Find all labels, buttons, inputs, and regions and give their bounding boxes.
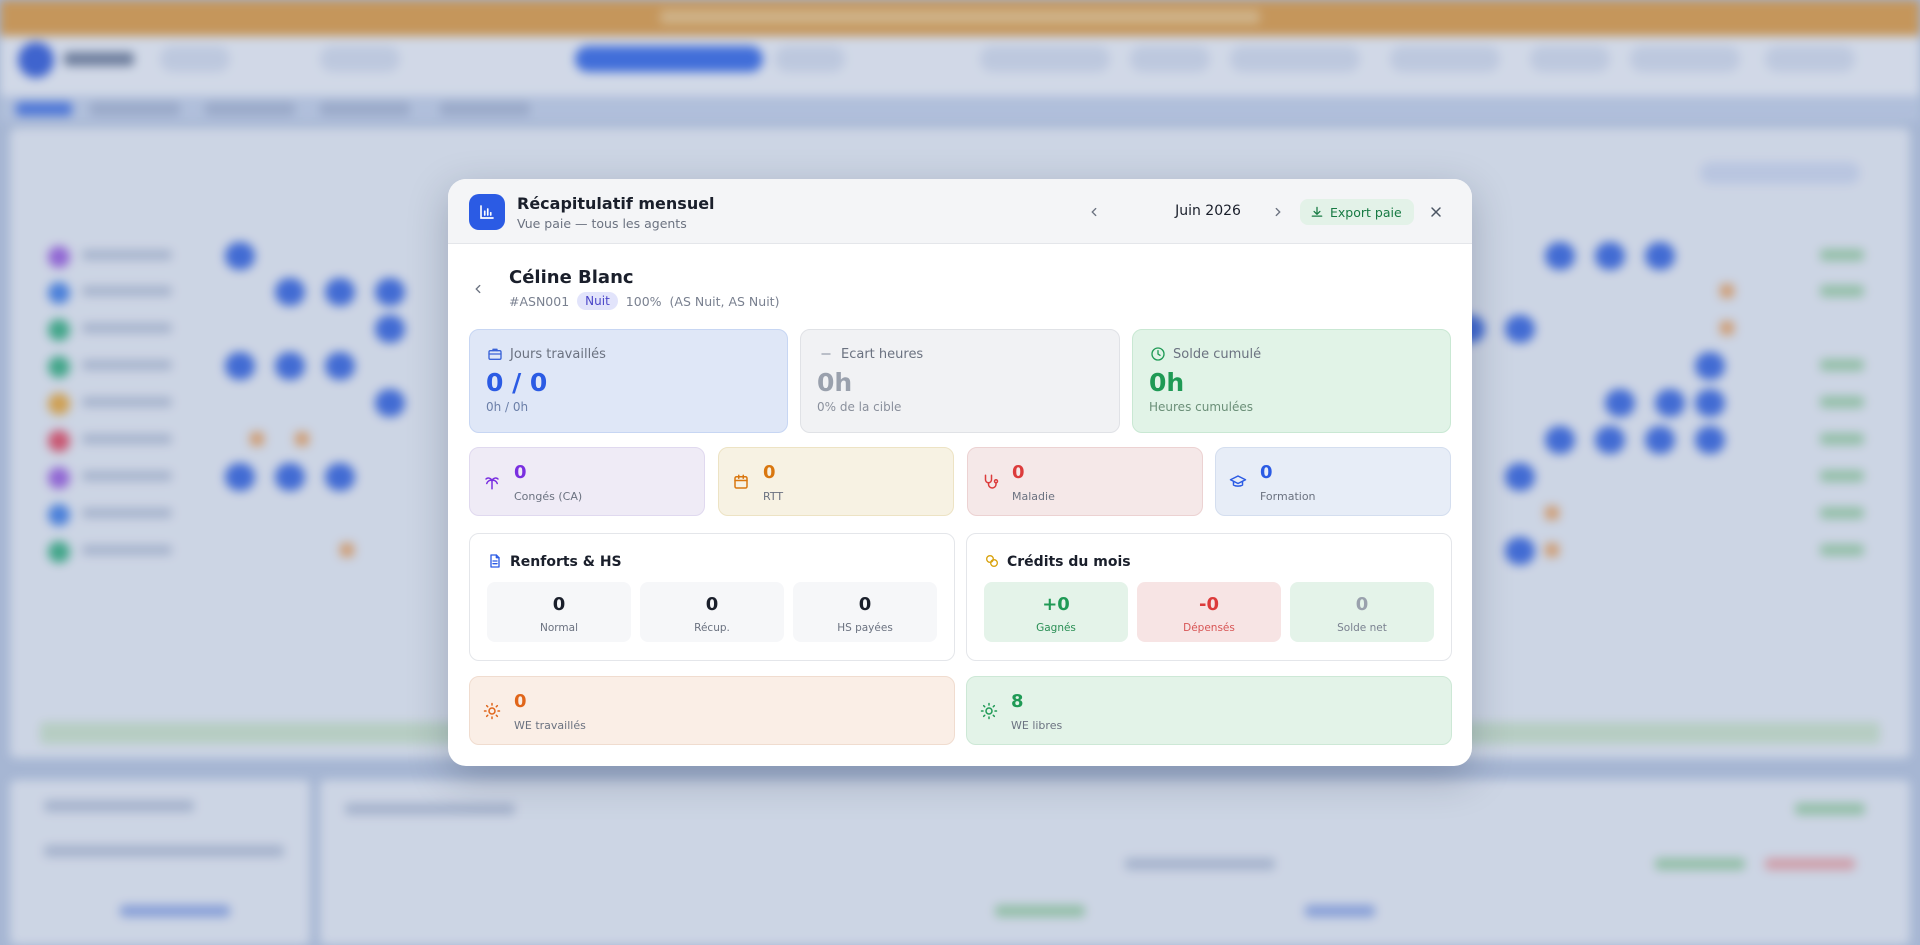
current-month: Juin 2026 — [1175, 203, 1241, 219]
calendar-icon — [731, 472, 751, 492]
cumulative-balance-label: Solde cumulé — [1173, 347, 1262, 362]
sick-leave-card: 0 Maladie — [967, 447, 1203, 516]
next-month-button[interactable] — [1266, 200, 1290, 224]
recup-tile: 0 Récup. — [640, 582, 784, 642]
document-icon — [486, 552, 504, 570]
reinforcements-panel: Renforts & HS 0 Normal 0 Récup. 0 HS pay… — [469, 533, 955, 661]
spent-label: Dépensés — [1183, 622, 1235, 634]
worked-days-value: 0 / 0 — [486, 368, 548, 397]
export-payroll-button[interactable]: Export paie — [1300, 199, 1414, 225]
weekends-free-label: WE libres — [1011, 719, 1063, 732]
download-icon — [1311, 206, 1323, 217]
sick-leave-label: Maladie — [1012, 490, 1055, 503]
cumulative-balance-card: Solde cumulé 0h Heures cumulées — [1132, 329, 1451, 433]
chevron-left-icon — [1091, 207, 1097, 217]
training-label: Formation — [1260, 490, 1316, 503]
close-button[interactable] — [1423, 199, 1449, 225]
training-card: 0 Formation — [1215, 447, 1451, 516]
previous-month-button[interactable] — [1082, 200, 1106, 224]
hours-gap-label: Ecart heures — [841, 347, 924, 362]
net-balance-label: Solde net — [1337, 622, 1387, 634]
weekends-worked-label: WE travaillés — [514, 719, 586, 732]
monthly-credits-title: Crédits du mois — [1007, 554, 1131, 570]
normal-value: 0 — [552, 594, 566, 615]
hours-gap-sub: 0% de la cible — [817, 400, 902, 414]
earned-label: Gagnés — [1036, 622, 1076, 634]
earned-tile: +0 Gagnés — [984, 582, 1128, 642]
paid-overtime-label: HS payées — [837, 622, 893, 634]
sick-leave-value: 0 — [1012, 462, 1025, 483]
net-balance-value: 0 — [1355, 594, 1369, 615]
sun-icon — [979, 701, 999, 721]
export-label: Export paie — [1330, 204, 1402, 220]
hours-gap-card: Ecart heures 0h 0% de la cible — [800, 329, 1120, 433]
chevron-right-icon — [1275, 207, 1281, 217]
clock-icon — [1149, 345, 1167, 363]
rtt-label: RTT — [763, 490, 784, 503]
spent-tile: -0 Dépensés — [1137, 582, 1281, 642]
cumulative-balance-value: 0h — [1149, 368, 1185, 397]
coins-icon — [983, 552, 1001, 570]
leave-ca-value: 0 — [514, 462, 527, 483]
earned-value: +0 — [1042, 594, 1070, 615]
normal-tile: 0 Normal — [487, 582, 631, 642]
graduation-cap-icon — [1228, 472, 1248, 492]
palm-tree-icon — [482, 472, 502, 492]
chevron-left-icon — [475, 284, 481, 294]
monthly-credits-panel: Crédits du mois +0 Gagnés -0 Dépensés 0 … — [966, 533, 1452, 661]
stethoscope-icon — [980, 472, 1000, 492]
recup-label: Récup. — [694, 622, 730, 634]
minus-icon — [817, 345, 835, 363]
modal-subtitle: Vue paie — tous les agents — [517, 216, 687, 231]
rtt-value: 0 — [763, 462, 776, 483]
net-balance-tile: 0 Solde net — [1290, 582, 1434, 642]
weekends-free-value: 8 — [1011, 691, 1024, 712]
weekends-worked-value: 0 — [514, 691, 527, 712]
weekends-free-card: 8 WE libres — [966, 676, 1452, 745]
reinforcements-title: Renforts & HS — [510, 554, 622, 570]
training-value: 0 — [1260, 462, 1273, 483]
modal-header: Récapitulatif mensuel Vue paie — tous le… — [448, 179, 1472, 244]
employee-roles: (AS Nuit, AS Nuit) — [669, 293, 780, 309]
paid-overtime-tile: 0 HS payées — [793, 582, 937, 642]
leave-ca-card: 0 Congés (CA) — [469, 447, 705, 516]
monthly-summary-modal: Récapitulatif mensuel Vue paie — tous le… — [448, 179, 1472, 766]
cumulative-balance-sub: Heures cumulées — [1149, 400, 1253, 414]
briefcase-icon — [486, 345, 504, 363]
worked-days-sub: 0h / 0h — [486, 400, 529, 414]
employee-name: Céline Blanc — [509, 267, 634, 288]
recup-value: 0 — [705, 594, 719, 615]
rtt-card: 0 RTT — [718, 447, 954, 516]
paid-overtime-value: 0 — [858, 594, 872, 615]
leave-ca-label: Congés (CA) — [514, 490, 583, 503]
bar-chart-icon — [469, 194, 505, 230]
sun-icon — [482, 701, 502, 721]
worked-days-label: Jours travaillés — [510, 347, 606, 362]
worked-days-card: Jours travaillés 0 / 0 0h / 0h — [469, 329, 788, 433]
shift-badge: Nuit — [577, 292, 618, 310]
spent-value: -0 — [1199, 594, 1219, 615]
modal-title: Récapitulatif mensuel — [517, 194, 715, 213]
close-icon — [1431, 207, 1441, 217]
employee-id: #ASN001 — [509, 293, 570, 309]
weekends-worked-card: 0 WE travaillés — [469, 676, 955, 745]
employee-meta: #ASN001 Nuit 100% (AS Nuit, AS Nuit) — [509, 292, 779, 310]
back-button[interactable] — [468, 279, 488, 299]
employee-rate: 100% — [625, 293, 662, 309]
hours-gap-value: 0h — [817, 368, 853, 397]
normal-label: Normal — [540, 622, 578, 634]
